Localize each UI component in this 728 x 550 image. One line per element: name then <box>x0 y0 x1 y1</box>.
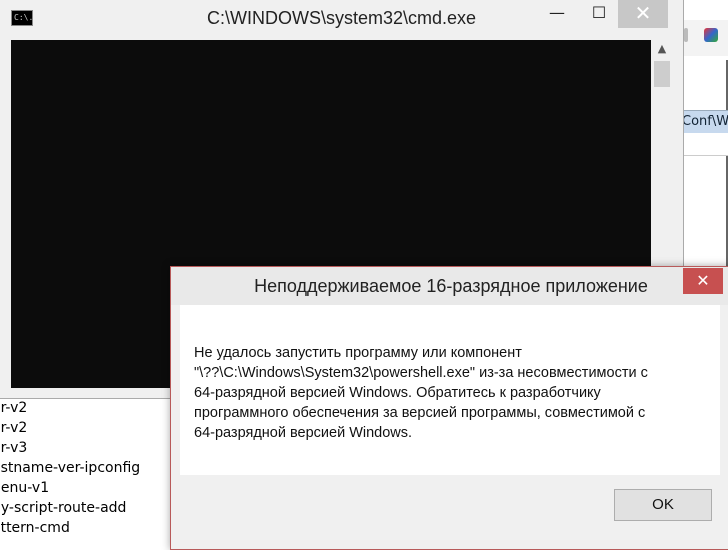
dialog-titlebar[interactable]: Неподдерживаемое 16-разрядное приложение… <box>171 267 728 305</box>
message-line: программного обеспечения за версией прог… <box>194 405 646 421</box>
message-line: 64-разрядной версией Windows. Обратитесь… <box>194 385 601 401</box>
path-fragment: Conf\Wi <box>682 114 728 129</box>
list-item[interactable]: or-v2 <box>0 418 140 438</box>
dialog-footer: OK <box>180 475 720 541</box>
list-item[interactable]: ny-script-route-add <box>0 498 140 518</box>
background-file-list: or-v2 or-v2 or-v3 ostname-ver-ipconfig n… <box>0 398 140 538</box>
toolbar-icon[interactable] <box>684 28 688 42</box>
color-palette-icon[interactable] <box>704 28 718 42</box>
list-item[interactable]: attern-cmd <box>0 518 140 538</box>
list-item[interactable]: or-v2 <box>0 398 140 418</box>
scroll-up-icon[interactable]: ▲ <box>651 40 673 58</box>
close-icon: ✕ <box>696 271 710 290</box>
message-line: 64-разрядной версией Windows. <box>194 425 413 441</box>
minimize-icon: — <box>549 3 565 22</box>
message-line: Не удалось запустить программу или компо… <box>194 345 522 361</box>
list-item[interactable]: ostname-ver-ipconfig <box>0 458 140 478</box>
scrollbar-thumb[interactable] <box>654 61 670 87</box>
maximize-button[interactable]: ☐ <box>580 0 618 28</box>
background-toolbar <box>684 20 728 56</box>
dialog-close-button[interactable]: ✕ <box>683 268 723 294</box>
background-row <box>682 133 728 156</box>
close-icon: ✕ <box>634 1 652 25</box>
dialog-title: Неподдерживаемое 16-разрядное приложение <box>254 276 648 296</box>
list-item[interactable]: or-v3 <box>0 438 140 458</box>
list-item[interactable]: nenu-v1 <box>0 478 140 498</box>
ok-button[interactable]: OK <box>614 489 712 521</box>
cmd-titlebar[interactable]: C:\. C:\WINDOWS\system32\cmd.exe — ☐ ✕ <box>0 0 683 38</box>
dialog-message: Не удалось запустить программу или компо… <box>194 343 694 443</box>
message-line: "\??\C:\Windows\System32\powershell.exe"… <box>194 365 648 381</box>
dialog-content: Не удалось запустить программу или компо… <box>180 305 720 475</box>
error-dialog: Неподдерживаемое 16-разрядное приложение… <box>170 266 728 550</box>
maximize-icon: ☐ <box>591 3 607 22</box>
close-button[interactable]: ✕ <box>618 0 668 28</box>
minimize-button[interactable]: — <box>534 0 580 28</box>
background-path-bar: Conf\Wi <box>682 110 728 134</box>
